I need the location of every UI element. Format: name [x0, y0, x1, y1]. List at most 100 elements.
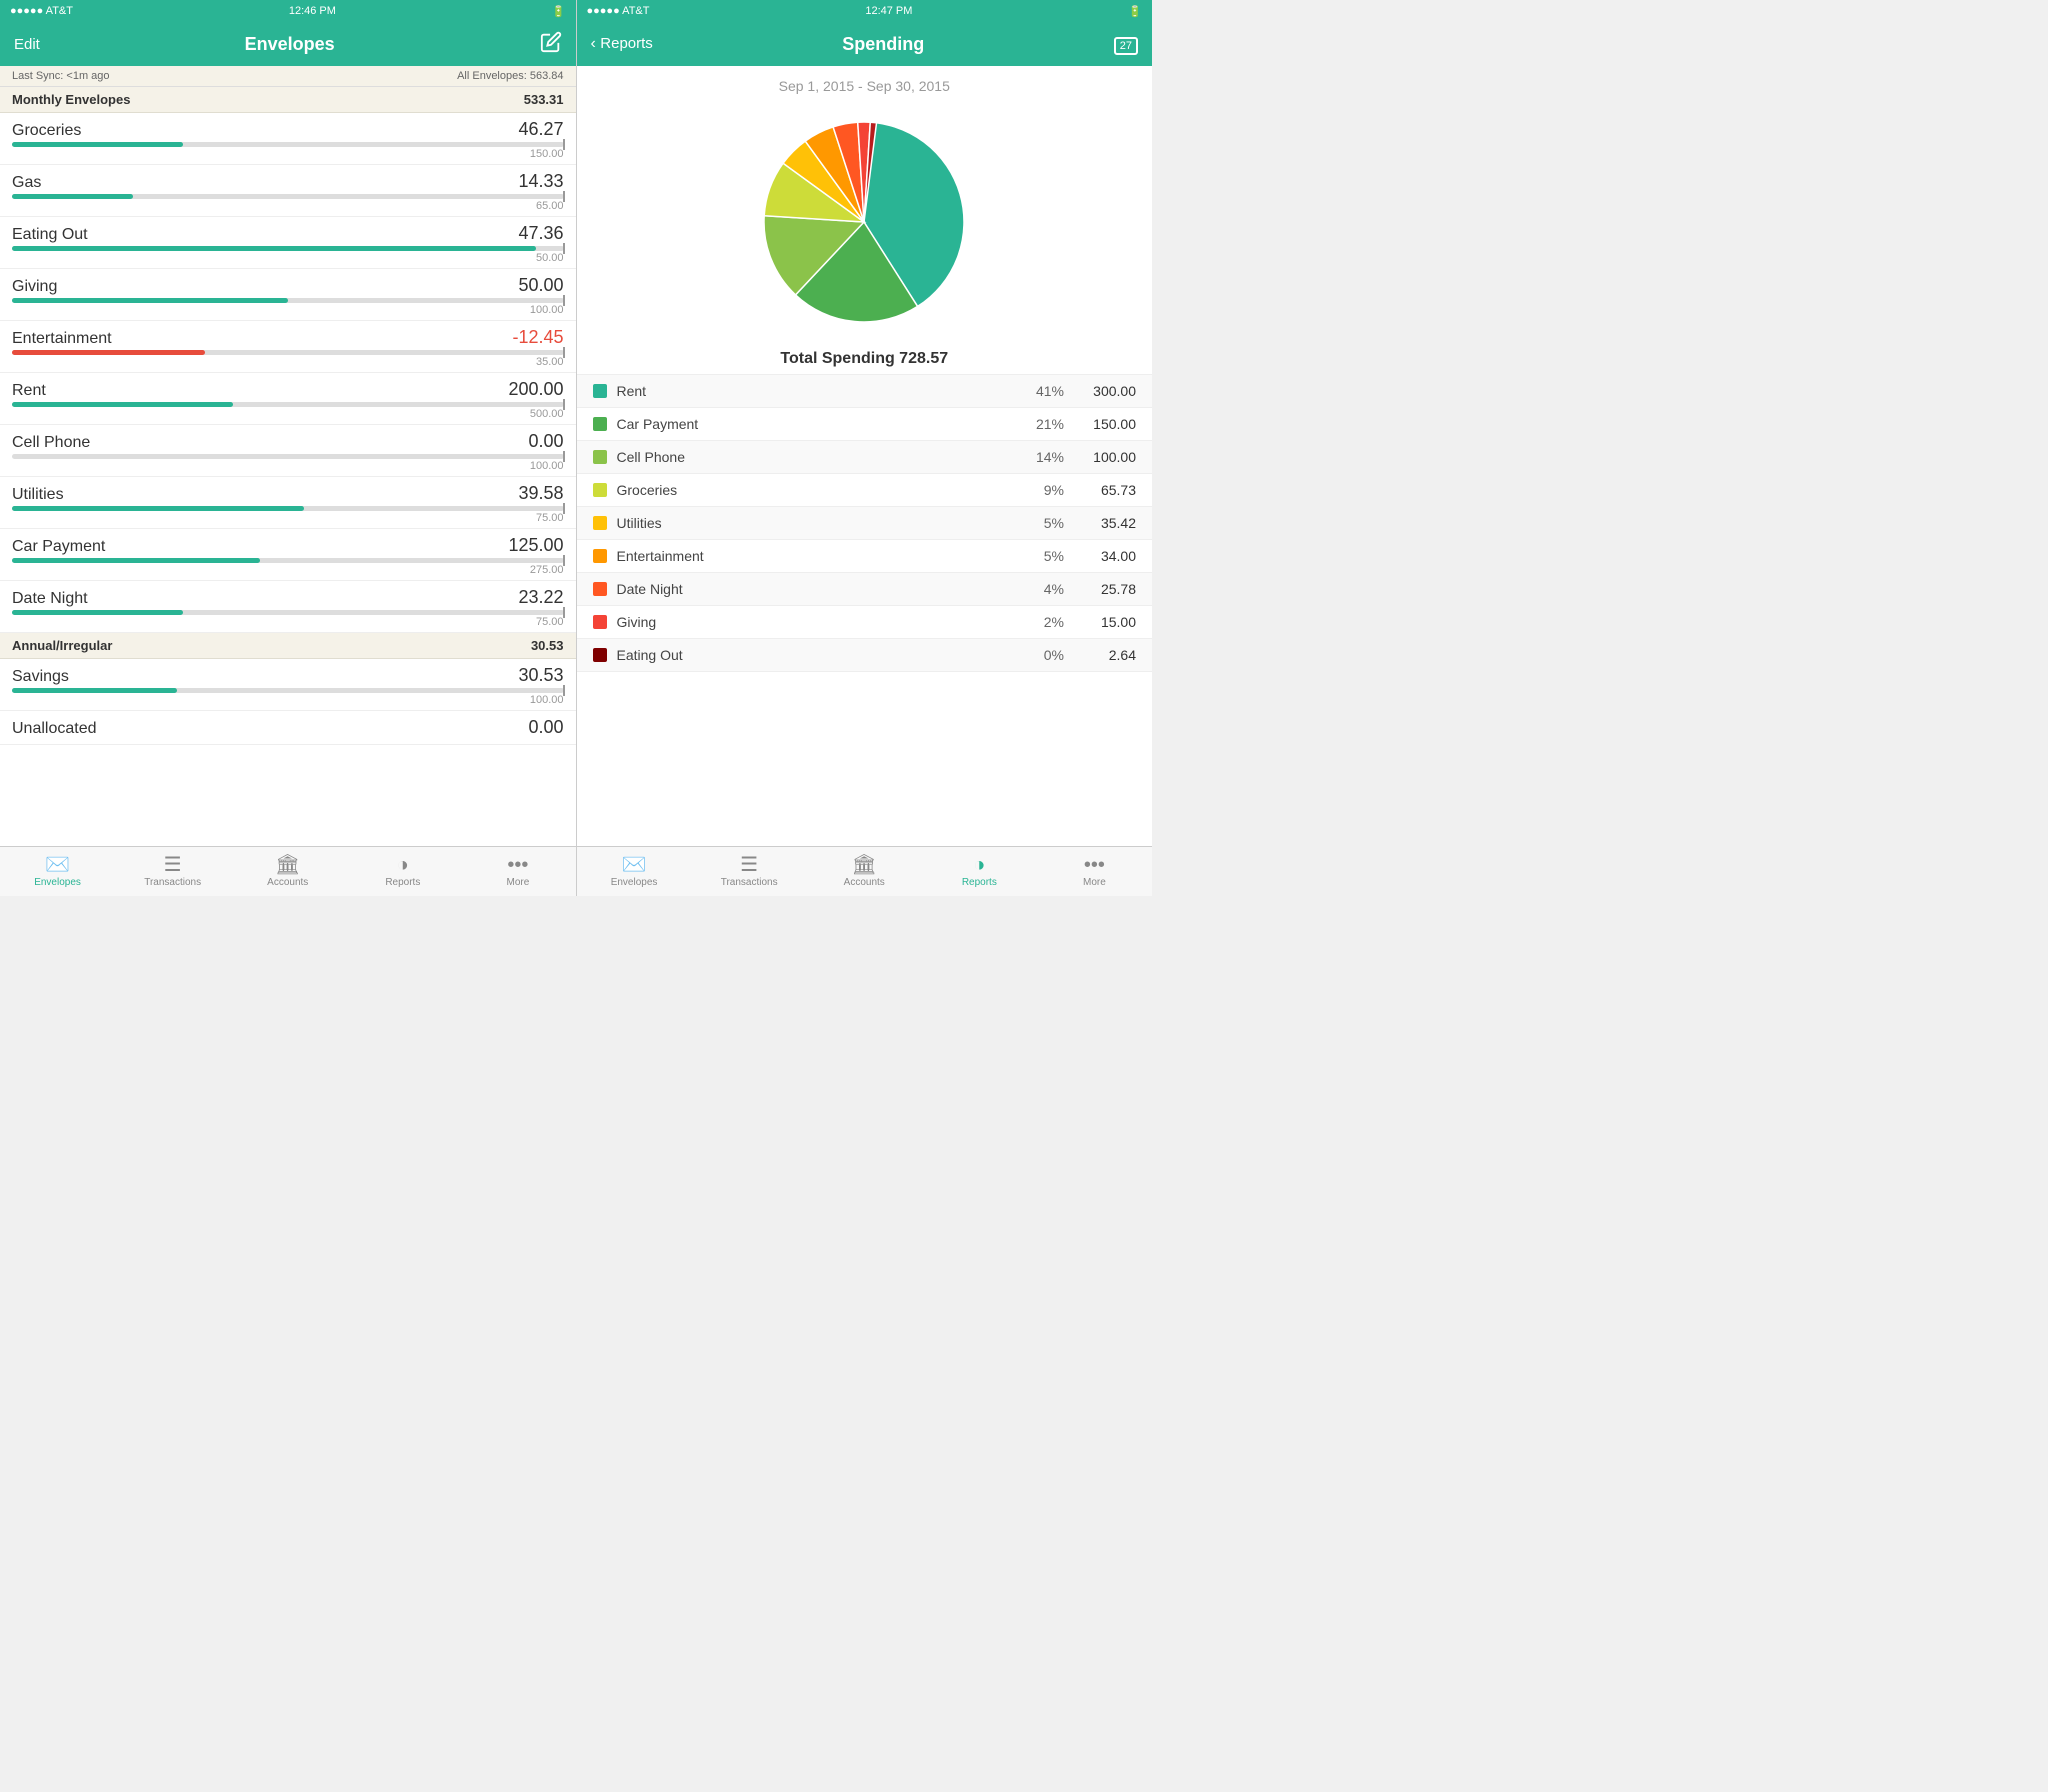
envelope-item[interactable]: Rent 200.00 500.00 [0, 373, 576, 425]
legend-item[interactable]: Rent 41% 300.00 [577, 375, 1153, 408]
legend-pct: 41% [1024, 383, 1064, 399]
envelope-name: Gas [12, 174, 41, 192]
tab-reports-left[interactable]: ◑ Reports [345, 847, 460, 896]
envelope-budget: 100.00 [12, 460, 564, 472]
legend-item[interactable]: Utilities 5% 35.42 [577, 507, 1153, 540]
progress-marker [563, 295, 565, 306]
envelope-item[interactable]: Cell Phone 0.00 100.00 [0, 425, 576, 477]
unallocated-item[interactable]: Unallocated 0.00 [0, 711, 576, 745]
legend-label: Date Night [617, 581, 1025, 597]
progress-marker [563, 555, 565, 566]
progress-marker [563, 191, 565, 202]
all-envelopes-total: All Envelopes: 563.84 [457, 70, 563, 82]
legend-item[interactable]: Entertainment 5% 34.00 [577, 540, 1153, 573]
envelope-item[interactable]: Date Night 23.22 75.00 [0, 581, 576, 633]
legend-pct: 0% [1024, 647, 1064, 663]
time-left: 12:46 PM [289, 5, 336, 17]
tab-more-right[interactable]: ••• More [1037, 847, 1152, 896]
legend-item[interactable]: Date Night 4% 25.78 [577, 573, 1153, 606]
envelope-item[interactable]: Eating Out 47.36 50.00 [0, 217, 576, 269]
tab-accounts-right[interactable]: 🏛 Accounts [807, 847, 922, 896]
accounts-icon-right: 🏛 [852, 855, 877, 875]
tab-transactions-left[interactable]: ☰ Transactions [115, 847, 230, 896]
envelope-name: Date Night [12, 590, 88, 608]
legend-color-swatch [593, 648, 607, 662]
legend-label: Groceries [617, 482, 1025, 498]
legend-value: 2.64 [1076, 647, 1136, 663]
envelope-budget: 65.00 [12, 200, 564, 212]
progress-fill [12, 688, 177, 693]
tab-transactions-right[interactable]: ☰ Transactions [692, 847, 807, 896]
legend-pct: 2% [1024, 614, 1064, 630]
progress-fill [12, 506, 304, 511]
progress-fill [12, 350, 205, 355]
envelope-item[interactable]: Groceries 46.27 150.00 [0, 113, 576, 165]
tab-envelopes-left[interactable]: ✉️ Envelopes [0, 847, 115, 896]
envelope-budget: 275.00 [12, 564, 564, 576]
envelope-name: Savings [12, 668, 69, 686]
reports-icon-right: ◑ [973, 855, 985, 875]
legend-item[interactable]: Eating Out 0% 2.64 [577, 639, 1153, 672]
pie-chart [754, 112, 974, 332]
envelope-budget: 75.00 [12, 616, 564, 628]
progress-track [12, 298, 564, 303]
progress-fill [12, 298, 288, 303]
tab-reports-right[interactable]: ◑ Reports [922, 847, 1037, 896]
envelope-item[interactable]: Giving 50.00 100.00 [0, 269, 576, 321]
progress-fill [12, 142, 183, 147]
legend-color-swatch [593, 615, 607, 629]
envelope-name: Cell Phone [12, 434, 90, 452]
envelope-item[interactable]: Savings 30.53 100.00 [0, 659, 576, 711]
legend-item[interactable]: Cell Phone 14% 100.00 [577, 441, 1153, 474]
monthly-envelope-items: Groceries 46.27 150.00 Gas 14.33 [0, 113, 576, 633]
envelope-spent: 39.58 [518, 483, 563, 504]
envelopes-icon: ✉️ [45, 855, 70, 875]
envelope-item[interactable]: Car Payment 125.00 275.00 [0, 529, 576, 581]
transactions-icon-right: ☰ [740, 855, 758, 875]
progress-marker [563, 399, 565, 410]
tab-envelopes-right[interactable]: ✉️ Envelopes [577, 847, 692, 896]
battery-right: 🔋 [1128, 5, 1142, 18]
envelope-spent: 14.33 [518, 171, 563, 192]
annual-envelope-items: Savings 30.53 100.00 [0, 659, 576, 711]
total-spending: Total Spending 728.57 [577, 342, 1153, 374]
nav-bar-right: ‹ Reports Spending 27 [577, 22, 1153, 66]
envelope-name: Giving [12, 278, 57, 296]
envelope-spent: 0.00 [528, 431, 563, 452]
tab-more-left[interactable]: ••• More [460, 847, 575, 896]
legend-item[interactable]: Car Payment 21% 150.00 [577, 408, 1153, 441]
unallocated-label: Unallocated [12, 720, 97, 738]
calendar-button[interactable]: 27 [1114, 36, 1138, 53]
progress-marker [563, 451, 565, 462]
back-button[interactable]: ‹ Reports [591, 35, 653, 53]
progress-track [12, 688, 564, 693]
legend-color-swatch [593, 549, 607, 563]
legend-color-swatch [593, 483, 607, 497]
legend-label: Giving [617, 614, 1025, 630]
envelopes-icon-right: ✉️ [622, 855, 647, 875]
envelope-item[interactable]: Gas 14.33 65.00 [0, 165, 576, 217]
envelope-item[interactable]: Utilities 39.58 75.00 [0, 477, 576, 529]
section-header-monthly: Monthly Envelopes 533.31 [0, 87, 576, 113]
legend-pct: 14% [1024, 449, 1064, 465]
legend-label: Rent [617, 383, 1025, 399]
envelope-budget: 35.00 [12, 356, 564, 368]
progress-marker [563, 503, 565, 514]
envelope-spent: 46.27 [518, 119, 563, 140]
compose-button[interactable] [540, 31, 562, 57]
tab-accounts-left[interactable]: 🏛 Accounts [230, 847, 345, 896]
envelope-spent: 23.22 [518, 587, 563, 608]
progress-track [12, 506, 564, 511]
battery-left: 🔋 [552, 5, 566, 18]
reports-content: Sep 1, 2015 - Sep 30, 2015 Total Spendin… [577, 66, 1153, 846]
legend-item[interactable]: Groceries 9% 65.73 [577, 474, 1153, 507]
legend-label: Entertainment [617, 548, 1025, 564]
envelope-item[interactable]: Entertainment -12.45 35.00 [0, 321, 576, 373]
progress-track [12, 142, 564, 147]
legend-label: Cell Phone [617, 449, 1025, 465]
legend-item[interactable]: Giving 2% 15.00 [577, 606, 1153, 639]
legend-value: 35.42 [1076, 515, 1136, 531]
progress-marker [563, 243, 565, 254]
edit-button[interactable]: Edit [14, 36, 40, 53]
legend-pct: 5% [1024, 515, 1064, 531]
